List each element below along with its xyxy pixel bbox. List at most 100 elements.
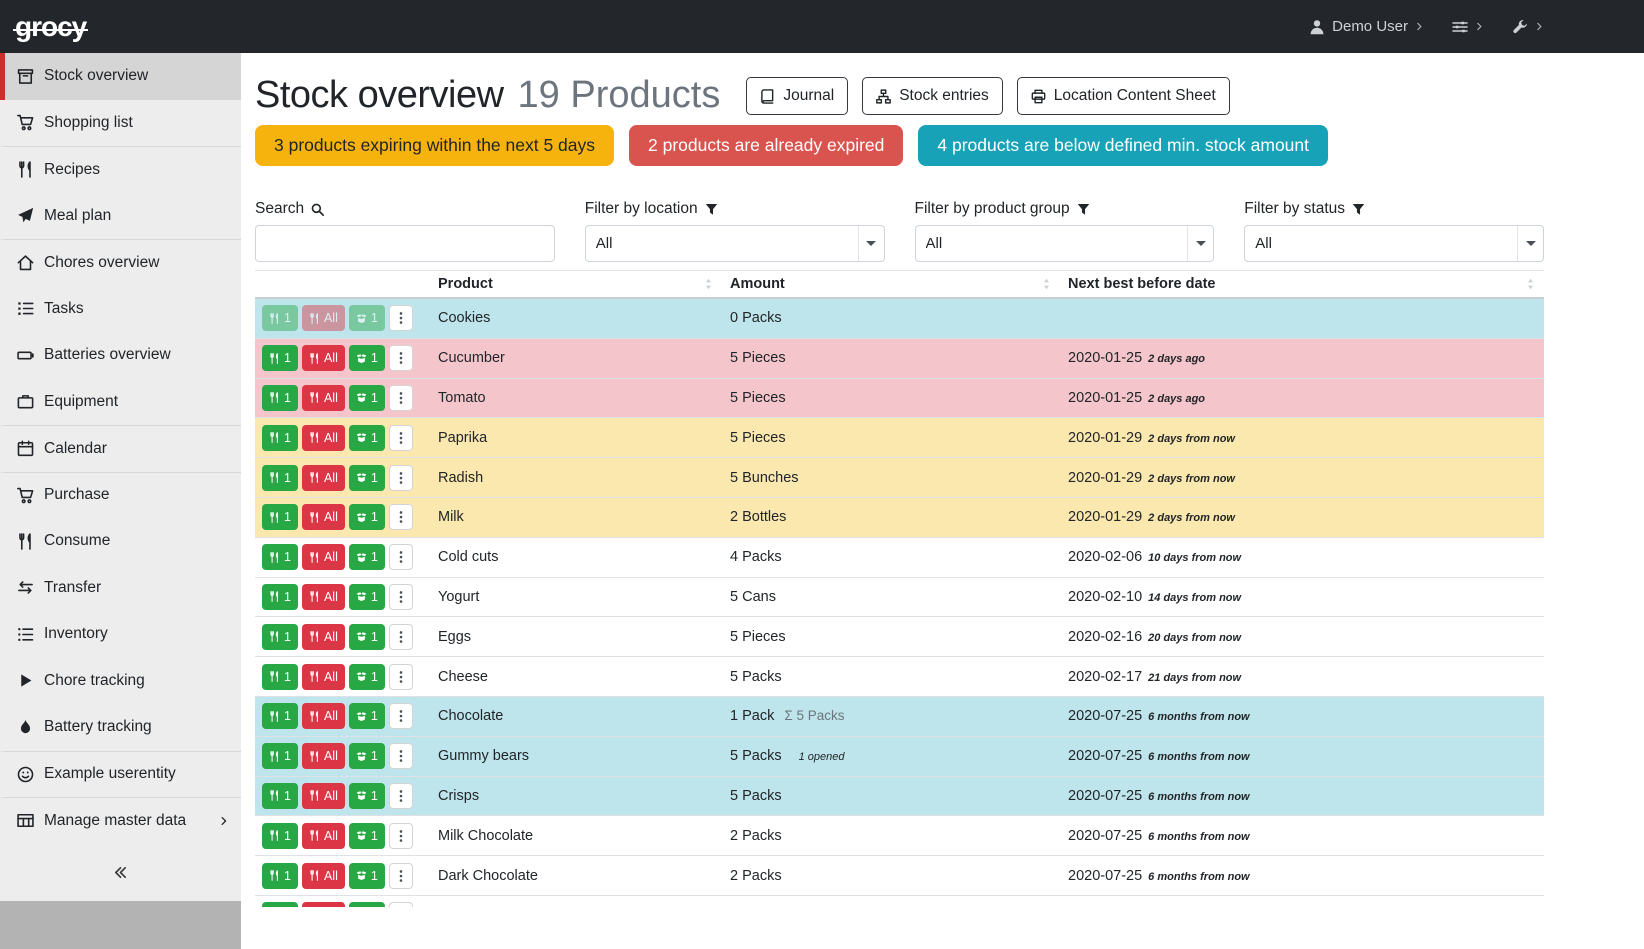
- grocy-logo[interactable]: grocy: [15, 13, 86, 41]
- open-one-button[interactable]: 1: [349, 504, 385, 530]
- consume-all-button[interactable]: All: [302, 823, 345, 849]
- sidebar-item-shopping-list[interactable]: Shopping list: [0, 100, 241, 147]
- journal-button[interactable]: Journal: [746, 77, 848, 115]
- consume-all-button[interactable]: All: [302, 504, 345, 530]
- row-menu-button[interactable]: [389, 385, 413, 411]
- consume-one-button[interactable]: 1: [262, 425, 298, 451]
- row-menu-button[interactable]: [389, 584, 413, 610]
- consume-one-button[interactable]: 1: [262, 544, 298, 570]
- location-content-sheet-button[interactable]: Location Content Sheet: [1017, 77, 1230, 115]
- row-menu-button[interactable]: [389, 624, 413, 650]
- consume-one-button[interactable]: 1: [262, 902, 298, 907]
- consume-all-button[interactable]: All: [302, 465, 345, 491]
- open-one-button[interactable]: 1: [349, 385, 385, 411]
- open-one-button[interactable]: 1: [349, 783, 385, 809]
- open-one-button[interactable]: 1: [349, 703, 385, 729]
- consume-all-button[interactable]: All: [302, 544, 345, 570]
- alert-below-min-stock[interactable]: 4 products are below defined min. stock …: [918, 125, 1328, 166]
- open-one-button[interactable]: 1: [349, 465, 385, 491]
- status-filter-select[interactable]: All: [1244, 225, 1544, 262]
- open-one-button[interactable]: 1: [349, 544, 385, 570]
- consume-one-button[interactable]: 1: [262, 743, 298, 769]
- row-menu-button[interactable]: [389, 544, 413, 570]
- sidebar-item-chore-tracking[interactable]: Chore tracking: [0, 658, 241, 705]
- consume-all-button[interactable]: All: [302, 425, 345, 451]
- sidebar-item-equipment[interactable]: Equipment: [0, 379, 241, 426]
- column-header-amount[interactable]: Amount: [722, 271, 1060, 297]
- consume-all-button[interactable]: All: [302, 345, 345, 371]
- sidebar-item-batteries-overview[interactable]: Batteries overview: [0, 332, 241, 379]
- row-menu-button[interactable]: [389, 504, 413, 530]
- consume-one-button[interactable]: 1: [262, 504, 298, 530]
- consume-all-button[interactable]: All: [302, 385, 345, 411]
- open-one-button[interactable]: 1: [349, 584, 385, 610]
- row-menu-button[interactable]: [389, 345, 413, 371]
- consume-one-button[interactable]: 1: [262, 584, 298, 610]
- open-one-button[interactable]: 1: [349, 345, 385, 371]
- row-menu-button[interactable]: [389, 743, 413, 769]
- row-menu-button[interactable]: [389, 425, 413, 451]
- consume-all-button[interactable]: All: [302, 584, 345, 610]
- alert-expiring-soon[interactable]: 3 products expiring within the next 5 da…: [255, 125, 614, 166]
- open-one-button[interactable]: 1: [349, 823, 385, 849]
- sidebar-item-transfer[interactable]: Transfer: [0, 565, 241, 612]
- consume-all-button[interactable]: All: [302, 863, 345, 889]
- consume-all-button[interactable]: All: [302, 703, 345, 729]
- consume-one-button[interactable]: 1: [262, 345, 298, 371]
- consume-all-button[interactable]: All: [302, 624, 345, 650]
- open-one-button[interactable]: 1: [349, 305, 385, 331]
- location-filter-select[interactable]: All: [585, 225, 885, 262]
- sidebar-item-stock-overview[interactable]: Stock overview: [0, 53, 241, 100]
- row-menu-button[interactable]: [389, 703, 413, 729]
- sidebar-item-purchase[interactable]: Purchase: [0, 472, 241, 519]
- open-one-button[interactable]: 1: [349, 863, 385, 889]
- admin-menu[interactable]: [1512, 19, 1544, 35]
- consume-all-button[interactable]: All: [302, 305, 345, 331]
- sidebar-item-battery-tracking[interactable]: Battery tracking: [0, 704, 241, 751]
- consume-all-button[interactable]: All: [302, 664, 345, 690]
- row-menu-button[interactable]: [389, 783, 413, 809]
- sidebar-item-meal-plan[interactable]: Meal plan: [0, 193, 241, 240]
- column-header-product[interactable]: Product: [430, 271, 722, 297]
- open-one-button[interactable]: 1: [349, 425, 385, 451]
- consume-one-button[interactable]: 1: [262, 465, 298, 491]
- consume-one-button[interactable]: 1: [262, 703, 298, 729]
- open-one-button[interactable]: 1: [349, 664, 385, 690]
- stock-entries-button[interactable]: Stock entries: [862, 77, 1003, 115]
- row-menu-button[interactable]: [389, 305, 413, 331]
- sidebar-collapse-button[interactable]: [0, 844, 241, 901]
- sidebar-item-manage-master-data[interactable]: Manage master data: [0, 797, 241, 844]
- row-menu-button[interactable]: [389, 465, 413, 491]
- alert-expired[interactable]: 2 products are already expired: [629, 125, 903, 166]
- consume-one-button[interactable]: 1: [262, 863, 298, 889]
- consume-all-button[interactable]: All: [302, 743, 345, 769]
- consume-one-button[interactable]: 1: [262, 664, 298, 690]
- sidebar-item-chores-overview[interactable]: Chores overview: [0, 239, 241, 286]
- sidebar-item-calendar[interactable]: Calendar: [0, 425, 241, 472]
- row-menu-button[interactable]: [389, 863, 413, 889]
- search-input[interactable]: [255, 225, 555, 262]
- consume-one-button[interactable]: 1: [262, 624, 298, 650]
- sidebar-item-tasks[interactable]: Tasks: [0, 286, 241, 333]
- column-header-next-best-before-date[interactable]: Next best before date: [1060, 271, 1544, 297]
- row-menu-button[interactable]: [389, 902, 413, 907]
- sidebar-item-inventory[interactable]: Inventory: [0, 611, 241, 658]
- sidebar-item-example-userentity[interactable]: Example userentity: [0, 751, 241, 798]
- consume-one-button[interactable]: 1: [262, 305, 298, 331]
- user-menu[interactable]: Demo User: [1309, 18, 1424, 35]
- open-one-button[interactable]: 1: [349, 902, 385, 907]
- open-one-button[interactable]: 1: [349, 743, 385, 769]
- row-menu-button[interactable]: [389, 823, 413, 849]
- box-open-icon: [356, 631, 367, 642]
- consume-one-button[interactable]: 1: [262, 823, 298, 849]
- open-one-button[interactable]: 1: [349, 624, 385, 650]
- settings-menu[interactable]: [1452, 19, 1484, 35]
- consume-one-button[interactable]: 1: [262, 783, 298, 809]
- consume-one-button[interactable]: 1: [262, 385, 298, 411]
- row-menu-button[interactable]: [389, 664, 413, 690]
- product-group-filter-select[interactable]: All: [915, 225, 1215, 262]
- consume-all-button[interactable]: All: [302, 902, 345, 907]
- sidebar-item-consume[interactable]: Consume: [0, 518, 241, 565]
- sidebar-item-recipes[interactable]: Recipes: [0, 146, 241, 193]
- consume-all-button[interactable]: All: [302, 783, 345, 809]
